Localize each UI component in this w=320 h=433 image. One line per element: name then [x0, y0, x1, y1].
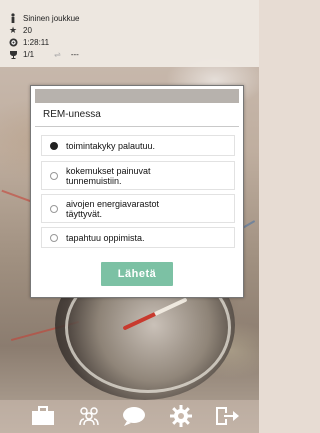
score-value: 20	[23, 25, 32, 35]
settings-icon[interactable]	[168, 404, 194, 428]
person-icon	[8, 13, 18, 23]
answer-label: aivojen energiavarastot täyttyvät.	[66, 198, 160, 219]
briefcase-icon[interactable]	[30, 404, 56, 428]
divider	[35, 126, 239, 127]
answer-option-2[interactable]: kokemukset painuvat tunnemuistiin.	[41, 161, 235, 190]
star-icon: ★	[8, 24, 18, 35]
clock-icon	[8, 37, 18, 47]
time-row: 1:28:11	[8, 37, 49, 47]
team-row: Sininen joukkue	[8, 13, 79, 23]
bottom-nav	[0, 400, 259, 433]
question-dialog: REM-unessa toimintakyky palautuu. kokemu…	[30, 85, 244, 298]
extra-value: ---	[70, 49, 79, 59]
status-bar: Sininen joukkue ★ 20 1:28:11 1/1 ⇌ ---	[0, 0, 259, 67]
answer-option-3[interactable]: aivojen energiavarastot täyttyvät.	[41, 194, 235, 223]
radio-button[interactable]	[50, 204, 58, 213]
progress-row: 1/1 ⇌ ---	[8, 49, 79, 59]
radio-button-selected[interactable]	[50, 141, 58, 150]
radio-button[interactable]	[50, 233, 58, 242]
answer-option-4[interactable]: tapahtuu oppimista.	[41, 227, 235, 248]
time-value: 1:28:11	[23, 37, 50, 47]
answer-option-1[interactable]: toimintakyky palautuu.	[41, 135, 235, 156]
chat-icon[interactable]	[121, 404, 147, 428]
team-icon[interactable]	[76, 404, 102, 428]
question-text: REM-unessa	[43, 109, 101, 120]
radio-button[interactable]	[50, 171, 58, 180]
progress-value: 1/1	[23, 49, 35, 59]
dialog-header-bar	[35, 89, 239, 103]
submit-button[interactable]: Lähetä	[101, 262, 173, 286]
signal-icon: ⇌	[54, 49, 61, 59]
answer-label: toimintakyky palautuu.	[66, 140, 156, 151]
team-name: Sininen joukkue	[23, 13, 80, 23]
answer-label: tapahtuu oppimista.	[66, 232, 145, 243]
trophy-icon	[8, 49, 18, 59]
score-row: ★ 20	[8, 25, 32, 35]
logout-icon[interactable]	[214, 404, 240, 428]
answer-label: kokemukset painuvat tunnemuistiin.	[66, 165, 151, 186]
